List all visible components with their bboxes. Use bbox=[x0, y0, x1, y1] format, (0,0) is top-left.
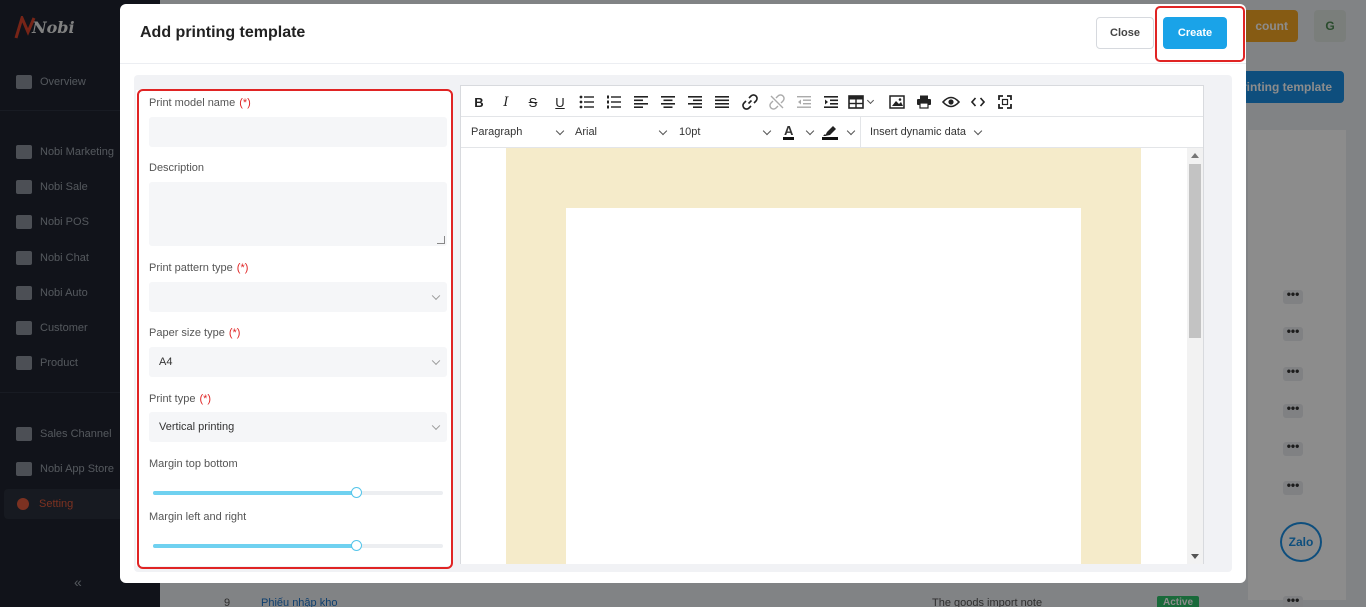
chevron-down-icon bbox=[805, 126, 815, 136]
table-icon[interactable] bbox=[848, 92, 878, 112]
font-family-value: Arial bbox=[575, 126, 598, 138]
link-icon[interactable] bbox=[740, 92, 760, 112]
editor-toolbar: B I S U bbox=[461, 86, 1203, 117]
align-right-icon[interactable] bbox=[685, 92, 705, 112]
bold-icon[interactable]: B bbox=[469, 92, 489, 112]
underline-icon[interactable]: U bbox=[550, 92, 570, 112]
strikethrough-icon[interactable]: S bbox=[523, 92, 543, 112]
font-family-dropdown[interactable]: Arial bbox=[575, 117, 670, 147]
align-center-icon[interactable] bbox=[658, 92, 678, 112]
scrollbar[interactable] bbox=[1187, 148, 1203, 564]
font-size-value: 10pt bbox=[679, 126, 701, 138]
scroll-down-icon[interactable] bbox=[1191, 554, 1199, 559]
add-printing-template-dialog: Add printing template Close Create Print… bbox=[120, 4, 1246, 583]
outdent-icon[interactable] bbox=[794, 92, 814, 112]
rich-text-editor: B I S U Paragraph Arial 10pt A Insert dy… bbox=[460, 85, 1204, 564]
source-code-icon[interactable] bbox=[968, 92, 988, 112]
unlink-icon[interactable] bbox=[767, 92, 787, 112]
create-button[interactable]: Create bbox=[1163, 17, 1227, 49]
editor-canvas[interactable] bbox=[461, 148, 1187, 564]
form-highlight bbox=[137, 89, 453, 569]
preview-icon[interactable] bbox=[941, 92, 961, 112]
divider bbox=[860, 117, 861, 147]
print-icon[interactable] bbox=[914, 92, 934, 112]
insert-dynamic-data-dropdown[interactable]: Insert dynamic data bbox=[870, 117, 988, 147]
chevron-down-icon bbox=[973, 126, 983, 136]
text-color-button[interactable]: A bbox=[783, 117, 817, 147]
highlighter-icon bbox=[822, 124, 838, 140]
chevron-down-icon bbox=[658, 126, 668, 136]
scroll-up-icon[interactable] bbox=[1191, 153, 1199, 158]
chevron-down-icon bbox=[762, 126, 772, 136]
editor-format-toolbar: Paragraph Arial 10pt A Insert dynamic da… bbox=[461, 117, 1203, 148]
dialog-title: Add printing template bbox=[140, 24, 306, 41]
highlight-color-button[interactable] bbox=[822, 117, 858, 147]
align-justify-icon[interactable] bbox=[712, 92, 732, 112]
page-content-area[interactable] bbox=[566, 208, 1081, 564]
indent-icon[interactable] bbox=[821, 92, 841, 112]
close-button[interactable]: Close bbox=[1096, 17, 1154, 49]
block-format-dropdown[interactable]: Paragraph bbox=[471, 117, 566, 147]
chevron-down-icon bbox=[555, 126, 565, 136]
chevron-down-icon bbox=[846, 126, 856, 136]
italic-icon[interactable]: I bbox=[496, 92, 516, 112]
font-size-dropdown[interactable]: 10pt bbox=[679, 117, 774, 147]
fullscreen-icon[interactable] bbox=[995, 92, 1015, 112]
numbered-list-icon[interactable] bbox=[604, 92, 624, 112]
image-icon[interactable] bbox=[887, 92, 907, 112]
text-color-icon: A bbox=[783, 122, 795, 140]
scrollbar-thumb[interactable] bbox=[1189, 164, 1201, 338]
align-left-icon[interactable] bbox=[631, 92, 651, 112]
chevron-down-icon bbox=[866, 96, 875, 104]
block-format-value: Paragraph bbox=[471, 126, 523, 138]
insert-dynamic-data-label: Insert dynamic data bbox=[870, 126, 966, 138]
dialog-header: Add printing template Close Create bbox=[120, 4, 1246, 64]
bullet-list-icon[interactable] bbox=[577, 92, 597, 112]
